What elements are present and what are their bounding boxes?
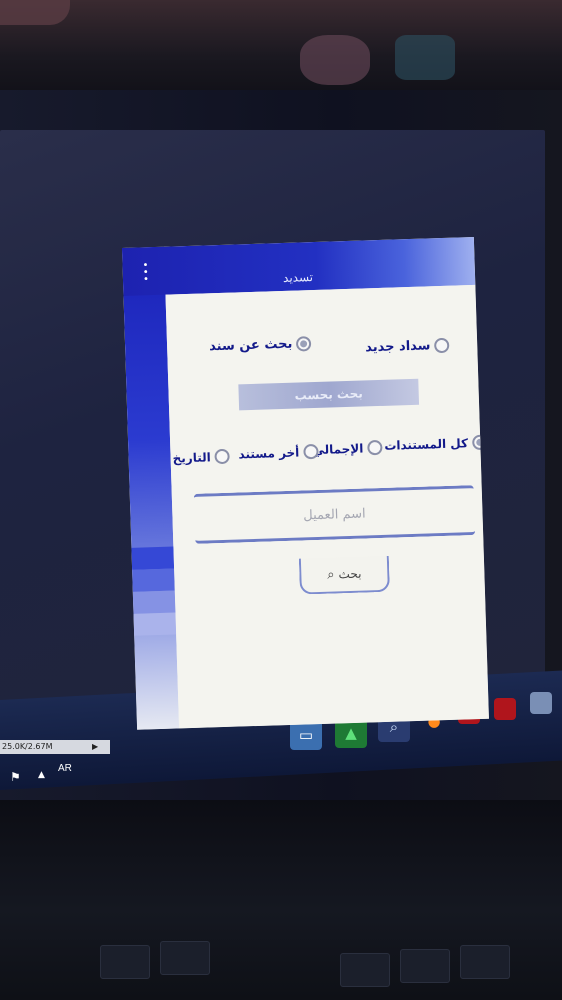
sidebar-band xyxy=(132,568,175,592)
radio-button[interactable] xyxy=(214,448,230,465)
customer-name-field[interactable] xyxy=(193,485,476,544)
radio-label: التاريخ xyxy=(172,449,211,466)
radio-button[interactable] xyxy=(296,336,312,352)
flag-icon[interactable]: ⚑ xyxy=(10,770,21,784)
sidebar-band xyxy=(132,590,176,614)
status-bar: 25.0K/2.67M ▶ xyxy=(0,740,110,754)
radio-total[interactable]: الإجمالي xyxy=(312,439,383,457)
radio-new-payment[interactable]: سداد جديد xyxy=(365,337,450,356)
keyboard-key xyxy=(460,945,510,979)
radio-label: سداد جديد xyxy=(365,338,431,356)
search-button[interactable]: بحث ⌕ xyxy=(298,555,390,595)
status-text: 25.0K/2.67M xyxy=(2,742,53,751)
radio-search-receipt[interactable]: بحث عن سند xyxy=(209,336,312,354)
keyboard-key xyxy=(400,949,450,983)
app-window: • • • تسديد سداد جديد بحث عن سند بحث بحسب … xyxy=(122,236,489,730)
background-object xyxy=(0,0,70,25)
sidebar-band xyxy=(131,546,175,570)
background-room xyxy=(0,0,562,95)
keyboard-key xyxy=(100,945,150,979)
radio-date[interactable]: التاريخ xyxy=(172,448,230,466)
background-object xyxy=(395,35,455,80)
background-object xyxy=(300,35,370,85)
keyboard-key xyxy=(160,941,210,975)
page-title: تسديد xyxy=(282,270,314,285)
keyboard-key xyxy=(340,953,390,987)
more-vertical-icon[interactable]: • • • xyxy=(142,260,149,285)
chevron-up-icon[interactable]: ▲ xyxy=(38,770,45,780)
search-button-label: بحث xyxy=(338,566,362,582)
red-app-icon[interactable] xyxy=(494,698,516,720)
app-body: سداد جديد بحث عن سند بحث بحسب كل المستند… xyxy=(165,284,489,729)
language-indicator[interactable]: AR xyxy=(58,763,72,774)
keyboard xyxy=(40,935,560,995)
radio-label: بحث عن سند xyxy=(208,336,293,355)
window-icon[interactable] xyxy=(530,692,552,714)
customer-name-input[interactable] xyxy=(193,488,476,541)
radio-label: أخر مستند xyxy=(238,445,300,461)
radio-last-document[interactable]: أخر مستند xyxy=(238,443,319,461)
play-icon: ▶ xyxy=(92,742,99,751)
radio-label: الإجمالي xyxy=(312,441,364,457)
search-by-header: بحث بحسب xyxy=(238,378,420,411)
search-icon: ⌕ xyxy=(327,566,335,583)
radio-button[interactable] xyxy=(303,443,319,460)
radio-button[interactable] xyxy=(434,337,450,354)
radio-all-documents[interactable]: كل المستندات xyxy=(384,434,488,453)
sidebar-band xyxy=(133,612,177,636)
radio-button[interactable] xyxy=(367,439,383,456)
radio-label: كل المستندات xyxy=(384,435,469,453)
